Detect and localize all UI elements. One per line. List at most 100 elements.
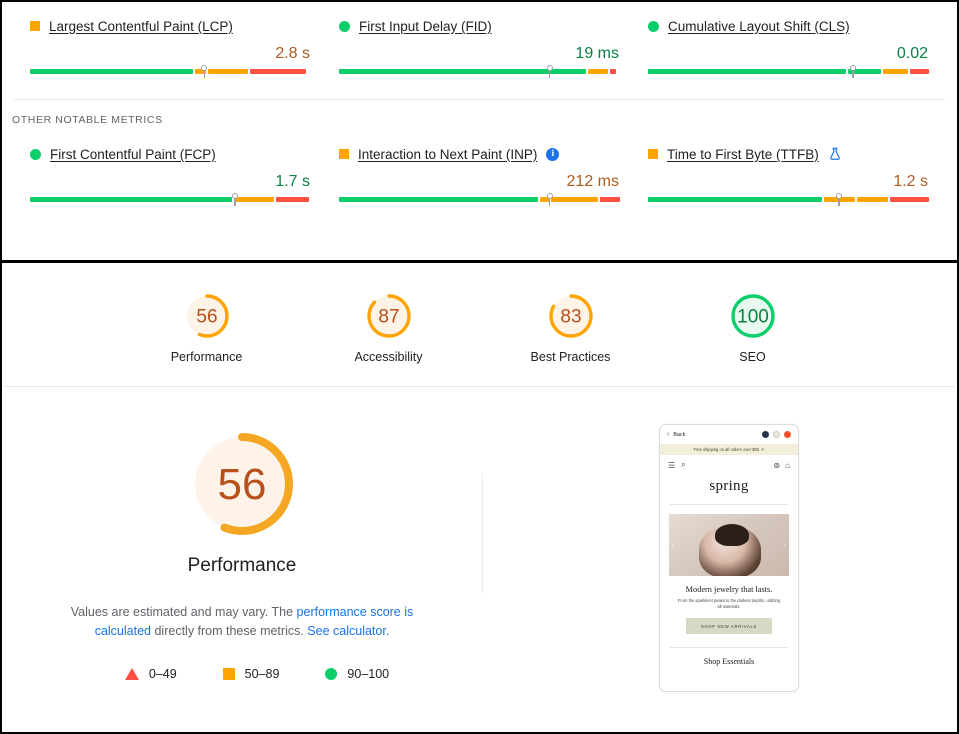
- metric-lcp-header: Largest Contentful Paint (LCP): [30, 16, 311, 36]
- circle-icon: [325, 668, 338, 680]
- score-label-seo: SEO: [739, 350, 766, 364]
- metric-fcp-bar: [30, 193, 311, 211]
- chevron-left-icon: ‹: [667, 431, 670, 438]
- metric-cls-marker: [849, 65, 857, 78]
- orange-square-icon: [648, 149, 658, 159]
- orange-square-icon: [30, 21, 40, 31]
- green-circle-icon: [30, 148, 41, 160]
- score-legend: 0–49 50–89 90–100: [2, 667, 482, 681]
- mobile-screenshot-preview[interactable]: ‹ Back Free shipping on all orders over …: [659, 424, 799, 692]
- search-icon: ⌕: [681, 460, 686, 469]
- score-label-accessibility: Accessibility: [354, 350, 423, 364]
- metric-lcp-bar: [30, 65, 311, 83]
- performance-detail-section: 56 Performance Values are estimated and …: [2, 387, 957, 734]
- preview-cta-button: SHOP NEW ARRIVALS: [686, 618, 772, 634]
- metric-ttfb[interactable]: Time to First Byte (TTFB) 1.2 s: [648, 140, 929, 211]
- preview-topbar: ‹ Back: [660, 425, 798, 444]
- preview-promo-banner: Free shipping on all orders over $50 ✳: [660, 444, 798, 455]
- preview-heading: Modern jewelry that lasts.: [685, 585, 773, 594]
- metric-lcp[interactable]: Largest Contentful Paint (LCP) 2.8 s: [30, 12, 311, 83]
- carousel-next-icon: ›: [783, 542, 786, 549]
- metric-fid-label[interactable]: First Input Delay (FID): [359, 19, 492, 34]
- metric-inp-header: Interaction to Next Paint (INP) i: [339, 144, 620, 164]
- legend-range-average: 50–89: [244, 667, 280, 681]
- orange-square-icon: [339, 149, 349, 159]
- see-calculator-link[interactable]: See calculator.: [307, 624, 389, 638]
- metric-fid-header: First Input Delay (FID): [339, 16, 620, 36]
- score-value-seo: 100: [737, 307, 769, 328]
- swatch-cream-icon: [773, 431, 780, 438]
- metric-cls[interactable]: Cumulative Layout Shift (CLS) 0.02: [648, 12, 929, 83]
- preview-subheading: From the sparkliest peaks to the darkest…: [677, 598, 781, 609]
- metric-cls-bar: [648, 65, 929, 83]
- score-gauge-performance[interactable]: 56 Performance: [147, 293, 267, 364]
- triangle-icon: [124, 668, 139, 680]
- score-value-performance: 56: [196, 307, 217, 328]
- legend-item-average: 50–89: [222, 667, 280, 681]
- preview-divider-2: [670, 647, 788, 648]
- info-icon[interactable]: i: [546, 147, 560, 161]
- carousel-prev-icon: ‹: [672, 542, 675, 549]
- flask-icon[interactable]: [828, 147, 842, 161]
- metric-fid[interactable]: First Input Delay (FID) 19 ms: [339, 12, 620, 83]
- performance-summary: 56 Performance Values are estimated and …: [2, 429, 482, 734]
- field-metrics-section: Largest Contentful Paint (LCP) 2.8 s Fir…: [2, 2, 957, 263]
- metric-lcp-marker: [200, 65, 208, 78]
- preview-logo: spring: [709, 478, 749, 494]
- metric-cls-value: 0.02: [896, 45, 928, 62]
- metric-fid-bar: [339, 65, 620, 83]
- green-circle-icon: [339, 20, 350, 32]
- metric-fcp[interactable]: First Contentful Paint (FCP) 1.7 s: [30, 140, 311, 211]
- metric-ttfb-header: Time to First Byte (TTFB): [648, 144, 929, 164]
- preview-footer-heading: Shop Essentials: [703, 657, 755, 666]
- pagespeed-report: Largest Contentful Paint (LCP) 2.8 s Fir…: [0, 0, 959, 734]
- metric-cls-header: Cumulative Layout Shift (CLS): [648, 16, 929, 36]
- preview-hero-image: ‹ ›: [669, 514, 789, 576]
- other-metrics-heading: OTHER NOTABLE METRICS: [12, 114, 163, 126]
- preview-navbar: ☰ ⌕ ⊚ ⌂: [660, 455, 798, 475]
- legend-item-good: 90–100: [325, 667, 389, 681]
- metric-cls-label[interactable]: Cumulative Layout Shift (CLS): [668, 19, 850, 34]
- legend-range-good: 90–100: [347, 667, 390, 681]
- shopping-bag-icon: ⌂: [785, 460, 790, 470]
- lighthouse-scores-section: 56 Performance 87 Accessibility 83 Best …: [2, 263, 957, 387]
- metric-inp-value: 212 ms: [566, 173, 619, 190]
- metric-fcp-header: First Contentful Paint (FCP): [30, 144, 311, 164]
- desc-text-1: Values are estimated and may vary. The: [70, 605, 297, 619]
- performance-title: Performance: [187, 555, 297, 576]
- metric-inp-label[interactable]: Interaction to Next Paint (INP): [358, 147, 537, 162]
- metric-ttfb-marker: [835, 193, 843, 206]
- preview-divider: [670, 504, 788, 505]
- score-gauge-accessibility[interactable]: 87 Accessibility: [329, 293, 449, 364]
- legend-range-poor: 0–49: [148, 667, 177, 681]
- metric-fid-value: 19 ms: [575, 45, 619, 62]
- preview-back-label: Back: [673, 431, 686, 438]
- score-value-best-practices: 83: [560, 307, 581, 328]
- metric-ttfb-value: 1.2 s: [893, 173, 928, 190]
- green-circle-icon: [648, 20, 659, 32]
- performance-score-value: 56: [218, 460, 267, 509]
- other-metrics-grid: First Contentful Paint (FCP) 1.7 s Inter…: [2, 126, 957, 211]
- info-dot-icon: ✳: [761, 447, 765, 452]
- score-gauge-seo[interactable]: 100 SEO: [693, 293, 813, 364]
- swatch-navy-icon: [762, 431, 769, 438]
- score-label-performance: Performance: [170, 350, 243, 364]
- score-value-accessibility: 87: [378, 307, 399, 328]
- metric-inp[interactable]: Interaction to Next Paint (INP) i 212 ms: [339, 140, 620, 211]
- metric-ttfb-label[interactable]: Time to First Byte (TTFB): [667, 147, 819, 162]
- metric-fid-marker: [546, 65, 554, 78]
- metric-inp-bar: [339, 193, 620, 211]
- preview-swatches: [762, 431, 791, 438]
- screenshot-preview-area: ‹ Back Free shipping on all orders over …: [482, 424, 957, 734]
- hero-hair-shape: [715, 524, 749, 546]
- metric-fcp-marker: [231, 193, 239, 206]
- metric-lcp-value: 2.8 s: [275, 45, 310, 62]
- metric-inp-marker: [546, 193, 554, 206]
- square-icon: [222, 668, 235, 680]
- score-gauge-best-practices[interactable]: 83 Best Practices: [511, 293, 631, 364]
- metric-fcp-value: 1.7 s: [275, 173, 310, 190]
- legend-item-poor: 0–49: [124, 667, 177, 681]
- metric-fcp-label[interactable]: First Contentful Paint (FCP): [50, 147, 216, 162]
- metric-lcp-label[interactable]: Largest Contentful Paint (LCP): [49, 19, 233, 34]
- preview-banner-text: Free shipping on all orders over $50: [693, 447, 760, 452]
